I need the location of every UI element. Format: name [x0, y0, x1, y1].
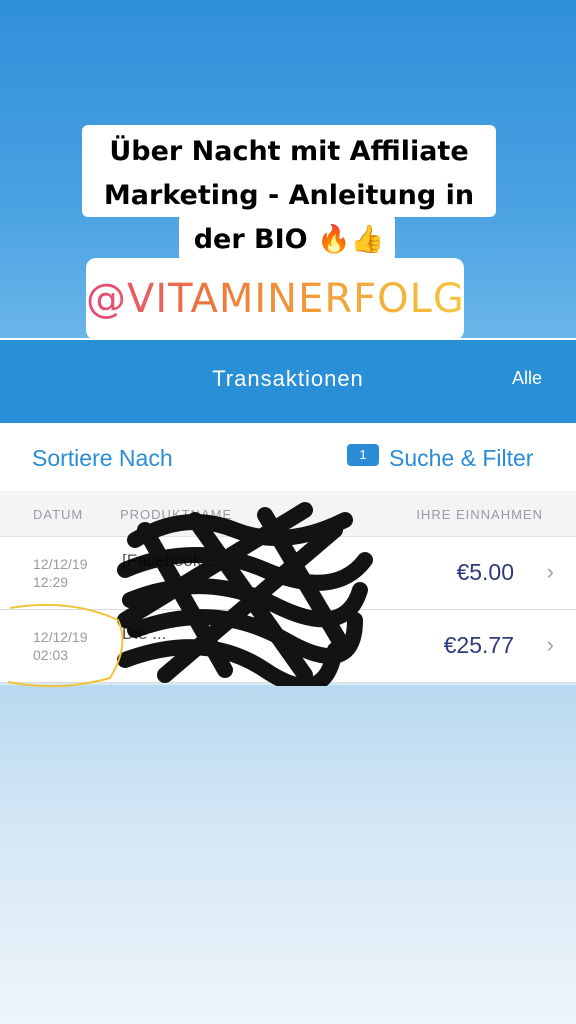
row-amount: €5.00 — [456, 559, 514, 585]
row-date: 12/12/19 — [33, 556, 88, 572]
column-header-earnings: IHRE EINNAHMEN — [416, 507, 543, 522]
navigation-bar: Transaktionen Alle — [0, 340, 576, 423]
toolbar: Sortiere Nach 1 Suche & Filter — [0, 423, 576, 491]
filter-count-badge: 1 — [347, 444, 379, 466]
sort-button[interactable]: Sortiere Nach — [32, 445, 173, 472]
handle-text: @VITAMINERFOLG — [86, 270, 464, 328]
caption-line-2: Marketing - Anleitung in — [103, 180, 475, 211]
search-filter-button[interactable]: Suche & Filter — [389, 445, 533, 472]
caption-text: Über Nacht mit Affiliate Marketing - Anl… — [82, 130, 496, 262]
page-title: Transaktionen — [212, 366, 364, 391]
row-datetime: 12/12/19 12:29 — [33, 555, 88, 591]
highlight-circle — [7, 603, 124, 688]
redaction-scribble — [117, 502, 373, 686]
caption-line-3: der BIO 🔥👍 — [193, 224, 385, 255]
chevron-right-icon: › — [546, 559, 554, 584]
row-time: 12:29 — [33, 574, 69, 590]
caption-line-1: Über Nacht mit Affiliate — [109, 136, 469, 167]
row-amount: €25.77 — [443, 632, 514, 658]
all-button[interactable]: Alle — [512, 368, 542, 389]
chevron-right-icon: › — [546, 632, 554, 657]
column-header-date: DATUM — [33, 507, 84, 522]
